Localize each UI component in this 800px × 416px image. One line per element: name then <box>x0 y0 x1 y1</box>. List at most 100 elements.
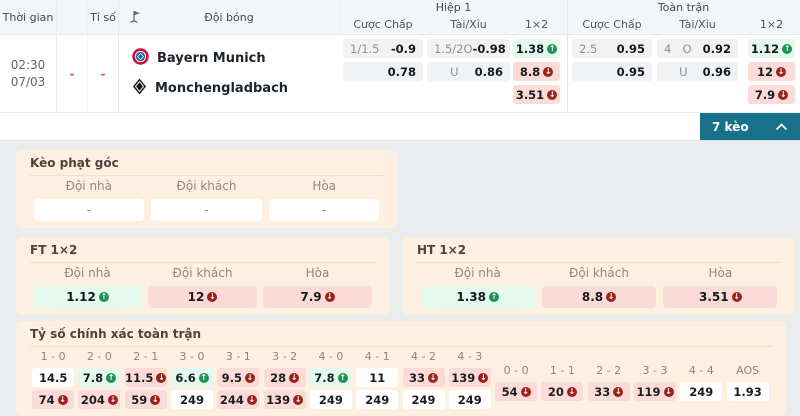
odds-cell[interactable]: 4O0.92 <box>657 39 738 58</box>
trend-down-icon: ↓ <box>613 387 623 397</box>
odds-box[interactable]: 139↓ <box>449 368 491 387</box>
header-spacer <box>57 0 88 34</box>
panel-column: Đội khách 12↓ <box>145 266 260 308</box>
odds-value: -0.98 <box>473 42 506 56</box>
odds-box[interactable]: 7.8↑ <box>78 368 120 387</box>
odds-cell[interactable]: 2.50.95 <box>572 39 652 58</box>
score-label: 3 - 1 <box>226 350 251 365</box>
header-team-label: Đội bóng <box>204 11 253 24</box>
odds-box[interactable]: 1.38↑ <box>421 286 535 308</box>
odds-value: 1.12 <box>751 42 779 56</box>
score-label: 0 - 0 <box>504 364 529 379</box>
trend-down-icon: ↓ <box>521 387 531 397</box>
divider <box>417 262 781 263</box>
score-column: 3 - 228↓139↓ <box>261 350 307 409</box>
odds-value: 0.95 <box>617 42 645 56</box>
ft-panel-columns: Đội nhà1.12↑Đội khách12↓Hòa7.9↓ <box>30 266 375 308</box>
panel-column: Đội nhà1.38↑ <box>417 266 538 308</box>
odds-box[interactable]: 3.51↓ <box>663 286 777 308</box>
odds-cell[interactable]: U0.96 <box>657 62 738 81</box>
odds-cell[interactable]: 1.5/2O-0.98 <box>427 39 510 58</box>
corner-odds-panel: Kèo phạt góc Đội nhà-Đội khách-Hòa- <box>16 150 397 228</box>
odds-box[interactable]: 1.93 <box>727 382 769 401</box>
odds-value: 6.6 <box>175 371 195 385</box>
odds-box[interactable]: 14.5 <box>32 368 74 387</box>
home-team[interactable]: Bayern Munich <box>132 48 340 69</box>
odds-box[interactable]: - <box>151 199 262 221</box>
trend-up-icon: ↑ <box>489 292 499 302</box>
score-away: - <box>88 35 119 112</box>
odds-box[interactable]: 8.8↓ <box>542 286 656 308</box>
odds-value: 1.38 <box>456 290 486 304</box>
score-column: 1 - 014.574↓ <box>30 350 76 409</box>
odds-value: 11 <box>369 371 385 385</box>
away-team-name: Monchengladbach <box>155 81 288 96</box>
score-column: 4 - 233↓249 <box>400 350 446 409</box>
score-column: 4 - 3139↓249 <box>447 350 493 409</box>
odds-box[interactable]: 20↓ <box>541 382 583 401</box>
panel-column: Hòa3.51↓ <box>660 266 781 308</box>
corner-panel-title: Kèo phạt góc <box>30 156 383 170</box>
odds-value: 0.96 <box>703 65 731 79</box>
odds-value: 7.8 <box>83 371 103 385</box>
odds-value: 33 <box>594 385 610 399</box>
header-score: Tỉ số <box>88 0 119 34</box>
away-team[interactable]: Monchengladbach <box>132 78 340 99</box>
odds-value: 8.8 <box>582 290 603 304</box>
odds-col-header: 1×2 <box>748 18 795 31</box>
odds-box[interactable]: 28↓ <box>264 368 306 387</box>
ft-ht-row: FT 1×2 Đội nhà1.12↑Đội khách12↓Hòa7.9↓ H… <box>16 237 795 315</box>
odds-box[interactable]: 7.8↑ <box>310 368 352 387</box>
odds-box[interactable]: 33↓ <box>403 368 445 387</box>
odds-box[interactable]: 54↓ <box>495 382 537 401</box>
odds-box[interactable]: 33↓ <box>588 382 630 401</box>
more-odds-label: 7 kèo <box>712 120 749 134</box>
panel-col-label: Đội khách <box>173 266 233 283</box>
trend-down-icon: ↓ <box>606 292 616 302</box>
odds-row: 0.78U0.868.8↓ 0.95 U0.96 12↓ <box>340 62 800 81</box>
odds-cell[interactable]: U0.86 <box>427 62 510 81</box>
ft-1x2-panel: FT 1×2 Đội nhà1.12↑Đội khách12↓Hòa7.9↓ <box>16 237 389 315</box>
odds-box[interactable]: 6.6↑ <box>171 368 213 387</box>
trend-down-icon: ↓ <box>778 90 788 100</box>
score-label: 3 - 0 <box>180 350 205 365</box>
odds-cell[interactable]: 0.78 <box>343 62 423 81</box>
odds-cell[interactable]: 3.51↓ <box>513 85 560 104</box>
odds-value: - <box>322 203 326 217</box>
ou-side-label: O <box>463 42 472 56</box>
score-column: AOS1.93 <box>724 350 770 409</box>
odds-value: 0.86 <box>475 65 503 79</box>
score-label: 1 - 0 <box>41 350 66 365</box>
odds-cell[interactable]: 12↓ <box>748 62 795 81</box>
group-half1: Hiệp 1 <box>340 1 567 15</box>
odds-box[interactable]: 249 <box>680 382 722 401</box>
odds-box[interactable]: - <box>34 199 145 221</box>
more-odds-button[interactable]: 7 kèo <box>700 113 800 140</box>
score-column: 3 - 3119↓ <box>632 350 678 409</box>
odds-value: 119 <box>636 385 660 399</box>
odds-row: 3.51↓ 7.9↓ <box>340 85 800 104</box>
odds-value: 1.12 <box>66 290 96 304</box>
odds-box[interactable]: 7.9↓ <box>263 286 371 308</box>
odds-box[interactable]: 119↓ <box>634 382 676 401</box>
odds-sub-headers: Cược ChấpTài/Xỉu1×2Cược ChấpTài/Xỉu1×2 <box>340 15 800 34</box>
odds-cell[interactable]: 7.9↓ <box>748 85 795 104</box>
odds-box[interactable]: 9.5↓ <box>217 368 259 387</box>
odds-value: 1.93 <box>733 385 761 399</box>
trend-down-icon: ↓ <box>245 373 255 383</box>
odds-cell[interactable]: 1.12↑ <box>748 39 795 58</box>
odds-cell[interactable]: 8.8↓ <box>513 62 560 81</box>
odds-box[interactable]: 12↓ <box>148 286 256 308</box>
expander-row: 7 kèo <box>0 113 800 141</box>
odds-box[interactable]: - <box>269 199 380 221</box>
odds-cell[interactable]: 1/1.5-0.9 <box>343 39 423 58</box>
panel-col-label: Đội nhà <box>64 266 110 283</box>
panel-col-label: Đội nhà <box>66 179 112 196</box>
score-label: 4 - 2 <box>411 350 436 365</box>
odds-box[interactable]: 11 <box>356 368 398 387</box>
odds-cell <box>657 85 738 104</box>
odds-box[interactable]: 11.5↓ <box>125 368 167 387</box>
odds-cell[interactable]: 1.38↑ <box>513 39 560 58</box>
odds-box[interactable]: 1.12↑ <box>33 286 141 308</box>
odds-cell[interactable]: 0.95 <box>572 62 652 81</box>
